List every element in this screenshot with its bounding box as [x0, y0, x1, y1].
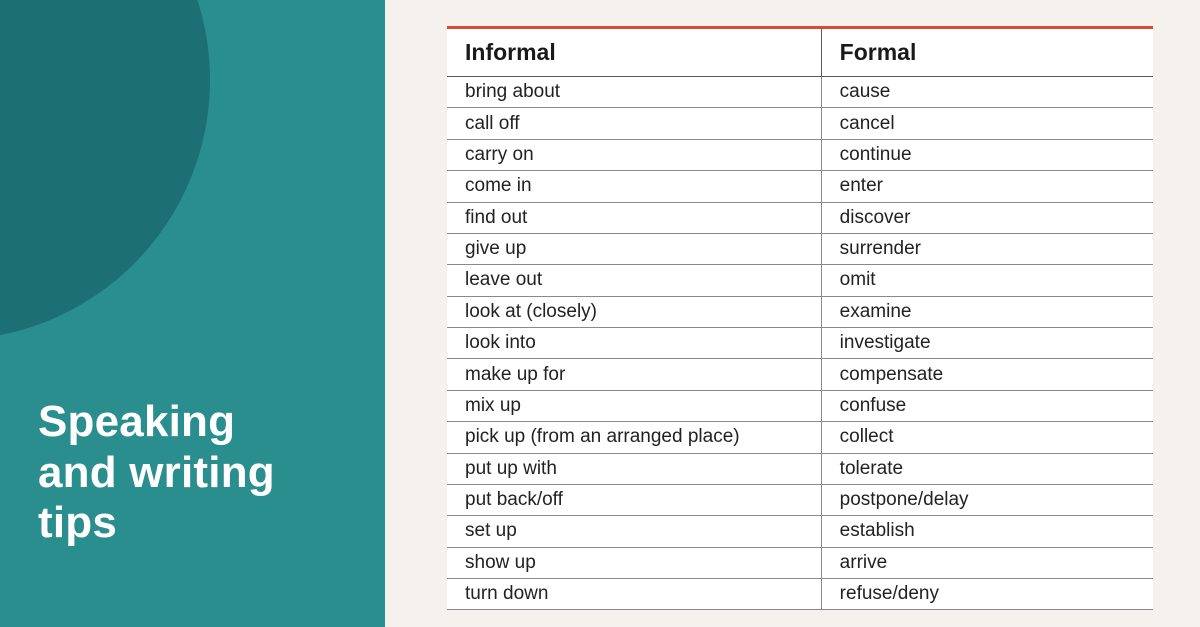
title-line: Speaking: [38, 397, 235, 446]
cell-formal: establish: [821, 516, 1153, 547]
cell-formal: continue: [821, 139, 1153, 170]
table-row: mix upconfuse: [447, 390, 1153, 421]
cell-informal: mix up: [447, 390, 821, 421]
title-line: and writing: [38, 448, 275, 497]
sidebar-panel: Speaking and writing tips: [0, 0, 385, 627]
cell-formal: investigate: [821, 328, 1153, 359]
cell-formal: cause: [821, 77, 1153, 108]
cell-informal: put up with: [447, 453, 821, 484]
cell-formal: postpone/delay: [821, 484, 1153, 515]
cell-informal: make up for: [447, 359, 821, 390]
cell-informal: bring about: [447, 77, 821, 108]
table-row: leave outomit: [447, 265, 1153, 296]
vocabulary-table: Informal Formal bring aboutcausecall off…: [447, 29, 1153, 610]
vocabulary-table-container: Informal Formal bring aboutcausecall off…: [447, 26, 1153, 610]
cell-formal: surrender: [821, 233, 1153, 264]
table-row: make up forcompensate: [447, 359, 1153, 390]
cell-informal: put back/off: [447, 484, 821, 515]
table-row: pick up (from an arranged place)collect: [447, 422, 1153, 453]
cell-informal: set up: [447, 516, 821, 547]
cell-informal: turn down: [447, 579, 821, 610]
cell-informal: show up: [447, 547, 821, 578]
cell-formal: compensate: [821, 359, 1153, 390]
cell-informal: find out: [447, 202, 821, 233]
cell-formal: arrive: [821, 547, 1153, 578]
table-row: turn downrefuse/deny: [447, 579, 1153, 610]
cell-informal: carry on: [447, 139, 821, 170]
header-informal: Informal: [447, 29, 821, 77]
table-row: give upsurrender: [447, 233, 1153, 264]
cell-formal: examine: [821, 296, 1153, 327]
cell-formal: tolerate: [821, 453, 1153, 484]
table-row: carry oncontinue: [447, 139, 1153, 170]
cell-informal: leave out: [447, 265, 821, 296]
cell-formal: omit: [821, 265, 1153, 296]
cell-informal: look into: [447, 328, 821, 359]
cell-informal: pick up (from an arranged place): [447, 422, 821, 453]
table-header-row: Informal Formal: [447, 29, 1153, 77]
table-row: put back/offpostpone/delay: [447, 484, 1153, 515]
cell-formal: cancel: [821, 108, 1153, 139]
cell-formal: collect: [821, 422, 1153, 453]
title-line: tips: [38, 498, 117, 547]
page-title: Speaking and writing tips: [38, 397, 275, 549]
cell-informal: look at (closely): [447, 296, 821, 327]
table-row: call offcancel: [447, 108, 1153, 139]
decorative-arc: [0, 0, 210, 340]
table-row: come inenter: [447, 171, 1153, 202]
table-row: bring aboutcause: [447, 77, 1153, 108]
table-row: show uparrive: [447, 547, 1153, 578]
cell-formal: confuse: [821, 390, 1153, 421]
cell-informal: call off: [447, 108, 821, 139]
cell-formal: enter: [821, 171, 1153, 202]
table-row: find outdiscover: [447, 202, 1153, 233]
table-row: look at (closely)examine: [447, 296, 1153, 327]
table-row: set upestablish: [447, 516, 1153, 547]
cell-informal: come in: [447, 171, 821, 202]
header-formal: Formal: [821, 29, 1153, 77]
table-row: put up withtolerate: [447, 453, 1153, 484]
table-row: look intoinvestigate: [447, 328, 1153, 359]
cell-formal: discover: [821, 202, 1153, 233]
cell-formal: refuse/deny: [821, 579, 1153, 610]
cell-informal: give up: [447, 233, 821, 264]
